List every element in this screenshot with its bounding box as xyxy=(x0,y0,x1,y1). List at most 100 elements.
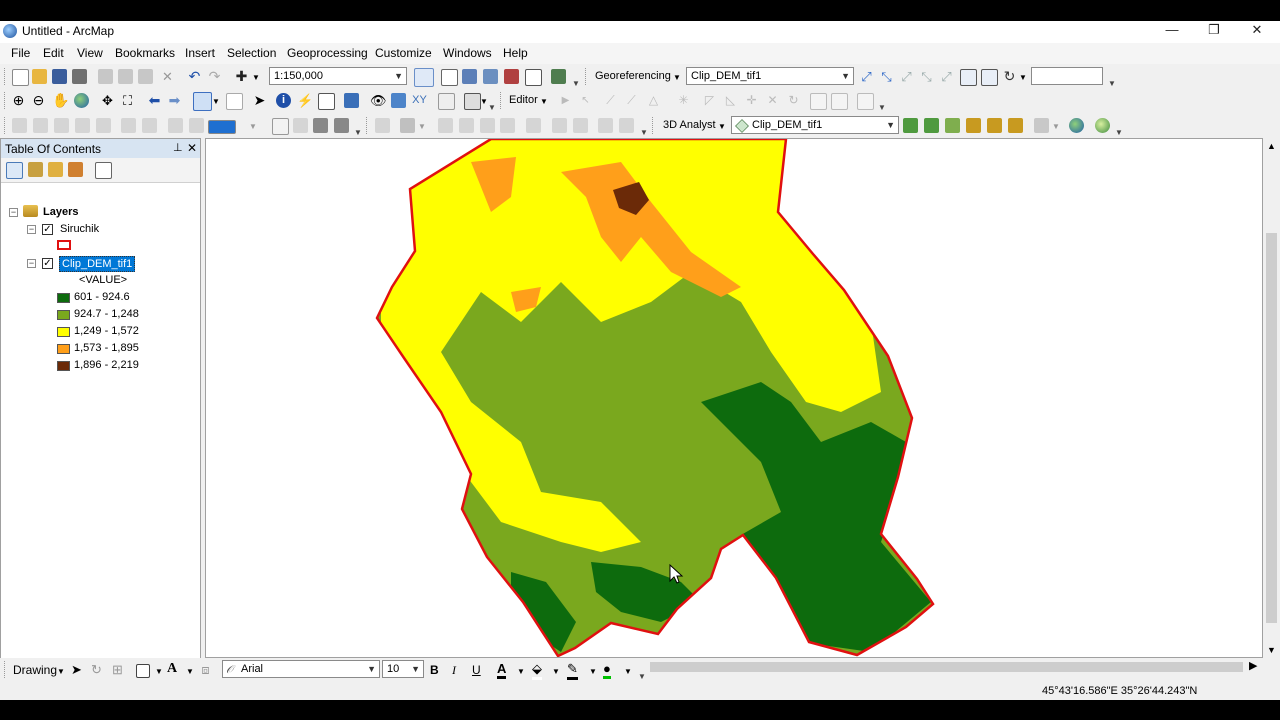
fixed-zoom-in-icon[interactable]: ✥ xyxy=(100,93,115,108)
rotate-dropdown-icon[interactable]: ▼ xyxy=(1019,73,1027,82)
3d-analyst-menu[interactable]: 3D Analyst xyxy=(663,119,716,131)
toolbar-grip[interactable] xyxy=(366,117,370,134)
toolbar-grip[interactable] xyxy=(4,117,8,134)
create-viewer-window-icon[interactable] xyxy=(464,93,481,110)
redo-icon[interactable]: ↷ xyxy=(207,69,222,84)
clear-selection-icon[interactable] xyxy=(226,93,243,110)
font-color-icon[interactable]: A xyxy=(497,661,507,679)
toolbar-grip[interactable] xyxy=(4,68,8,85)
data-driven-pages-icon[interactable] xyxy=(334,118,349,133)
menu-customize[interactable]: Customize xyxy=(375,46,432,60)
menu-view[interactable]: View xyxy=(77,46,103,60)
fixed-zoom-in-layout-icon[interactable] xyxy=(121,118,136,133)
zoom-100-icon[interactable] xyxy=(96,118,111,133)
html-popup-icon[interactable] xyxy=(318,93,335,110)
toc-options-icon[interactable] xyxy=(95,162,112,179)
toolbar-overflow-icon[interactable]: ▼ xyxy=(878,103,886,112)
find-binoculars-icon[interactable]: 👁 xyxy=(370,93,387,108)
map-display[interactable] xyxy=(205,138,1263,658)
arctoolbox-icon[interactable] xyxy=(462,69,477,84)
endpoint-arc-icon[interactable]: ⟋ xyxy=(624,93,639,108)
scroll-up-icon[interactable]: ▲ xyxy=(1267,141,1276,151)
font-color-dropdown-icon[interactable]: ▼ xyxy=(517,667,525,676)
new-text-tool[interactable]: A xyxy=(167,661,177,677)
toolbar-grip[interactable] xyxy=(4,661,8,678)
split-icon[interactable]: ✕ xyxy=(765,93,780,108)
effects-tool-d-icon[interactable] xyxy=(619,118,634,133)
toolbar-overflow-icon[interactable]: ▼ xyxy=(1115,128,1123,137)
edit-vertices-icon[interactable]: ⧈ xyxy=(198,662,213,677)
rotate-data-frame-icon[interactable]: ↻ xyxy=(1002,69,1017,84)
3d-analyst-dropdown-icon[interactable]: ▼ xyxy=(718,122,726,131)
model-builder-icon[interactable] xyxy=(551,69,566,84)
zoom-out-icon[interactable]: ⊖ xyxy=(31,93,46,108)
edit-tool-icon[interactable]: ▶ xyxy=(558,93,573,108)
pan-hand-icon[interactable]: ✋ xyxy=(52,93,69,108)
clip-dem-layer-label[interactable]: Clip_DEM_tif1 xyxy=(59,256,136,272)
menu-edit[interactable]: Edit xyxy=(43,46,64,60)
viewer-dropdown-icon[interactable]: ▼ xyxy=(480,97,488,106)
add-data-dropdown-icon[interactable]: ▼ xyxy=(252,73,260,82)
effects-tool-c-icon[interactable] xyxy=(598,118,613,133)
search-window-icon[interactable] xyxy=(504,69,519,84)
menu-file[interactable]: File xyxy=(11,46,30,60)
siruchik-layer-label[interactable]: Siruchik xyxy=(60,223,99,235)
list-by-visibility-icon[interactable] xyxy=(48,162,63,177)
line-color-dropdown-icon[interactable]: ▼ xyxy=(589,667,597,676)
menu-geoprocessing[interactable]: Geoprocessing xyxy=(287,46,368,60)
georeferencing-layer-combobox[interactable]: Clip_DEM_tif1 ▼ xyxy=(686,67,854,85)
layout-pan-icon[interactable] xyxy=(54,118,69,133)
text-dropdown-icon[interactable]: ▼ xyxy=(186,667,194,676)
full-extent-globe-icon[interactable] xyxy=(74,93,89,108)
profile-dropdown-icon[interactable]: ▼ xyxy=(1052,122,1060,131)
layout-zoom-out-icon[interactable] xyxy=(33,118,48,133)
menu-bookmarks[interactable]: Bookmarks xyxy=(115,46,175,60)
select-link-icon[interactable]: ⤢ xyxy=(939,69,954,84)
3d-analyst-layer-combobox[interactable]: Clip_DEM_tif1 ▼ xyxy=(731,116,899,134)
select-features-icon[interactable] xyxy=(193,92,212,111)
sketch-properties-icon[interactable] xyxy=(831,93,848,110)
profile-graph-icon[interactable] xyxy=(1034,118,1049,133)
close-window-button[interactable]: ✕ xyxy=(1235,21,1279,41)
fixed-zoom-out-layout-icon[interactable] xyxy=(142,118,157,133)
go-to-xy-icon[interactable]: XY xyxy=(412,93,427,108)
collapse-siruchik-icon[interactable]: − xyxy=(27,225,36,234)
viewer-icon[interactable] xyxy=(981,69,998,86)
layout-view-icon[interactable] xyxy=(441,69,458,86)
collapse-clip-dem-icon[interactable]: − xyxy=(27,259,36,268)
siruchik-visibility-checkbox[interactable]: ✓ xyxy=(42,224,53,235)
shape-dropdown-icon[interactable]: ▼ xyxy=(155,667,163,676)
layout-zoom-in-icon[interactable] xyxy=(12,118,27,133)
open-folder-icon[interactable] xyxy=(32,69,47,84)
attributes-icon[interactable] xyxy=(810,93,827,110)
toggle-draft-mode-icon[interactable] xyxy=(272,118,289,135)
menu-windows[interactable]: Windows xyxy=(443,46,492,60)
rotation-angle-input[interactable] xyxy=(1031,67,1103,85)
gamma-icon[interactable] xyxy=(526,118,541,133)
editor-menu[interactable]: Editor xyxy=(509,94,538,106)
fixed-zoom-out-icon[interactable]: ⛶ xyxy=(120,93,135,108)
list-by-source-icon[interactable] xyxy=(28,162,43,177)
interpolate-polygon-icon[interactable] xyxy=(1008,118,1023,133)
copy-icon[interactable] xyxy=(118,69,133,84)
zoom-whole-page-icon[interactable] xyxy=(75,118,90,133)
swipe-icon[interactable] xyxy=(400,118,415,133)
toolbar-overflow-icon[interactable]: ▼ xyxy=(354,128,362,137)
scroll-down-icon[interactable]: ▼ xyxy=(1267,645,1276,655)
create-features-icon[interactable] xyxy=(857,93,874,110)
editor-toolbar-toggle-icon[interactable] xyxy=(414,68,434,87)
add-data-icon[interactable]: ✚ xyxy=(234,69,249,84)
steepest-path-icon[interactable] xyxy=(924,118,939,133)
legend-swatch-1[interactable] xyxy=(57,293,70,303)
menu-insert[interactable]: Insert xyxy=(185,46,215,60)
trace-icon[interactable]: ✳ xyxy=(676,93,691,108)
zoom-percent-box[interactable] xyxy=(208,120,236,134)
view-link-table-icon[interactable] xyxy=(960,69,977,86)
toolbar-grip[interactable] xyxy=(652,117,656,134)
go-back-icon[interactable]: ⬅ xyxy=(147,93,162,108)
line-color-icon[interactable]: ✎ xyxy=(567,661,578,680)
effects-tool-b-icon[interactable] xyxy=(573,118,588,133)
shift-icon[interactable]: ⤡ xyxy=(879,69,894,84)
contour-icon[interactable] xyxy=(903,118,918,133)
rotate-icon[interactable]: ⤢ xyxy=(859,69,874,84)
